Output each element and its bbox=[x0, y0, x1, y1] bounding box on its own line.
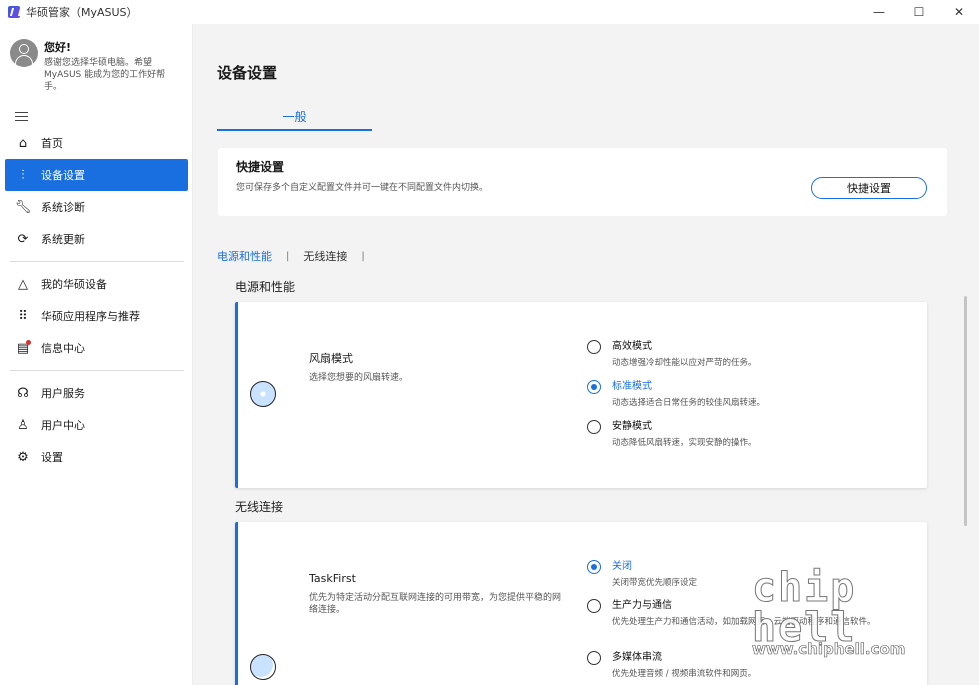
subtab-wireless[interactable]: 无线连接 bbox=[303, 248, 347, 264]
sidebar-item-diagnostics[interactable]: 🔧︎ 系统诊断 bbox=[5, 191, 188, 223]
greeting-subtext: 感谢您选择华硕电脑。希望 MyASUS 能成为您的工作好帮手。 bbox=[44, 58, 166, 92]
option-desc: 动态降低风扇转速，实现安静的操作。 bbox=[612, 438, 757, 448]
radio-button[interactable] bbox=[587, 651, 601, 665]
fan-option-performance[interactable]: 高效模式 动态增强冷却性能以应对严苛的任务。 bbox=[587, 340, 917, 380]
headset-icon: ☊ bbox=[17, 385, 29, 401]
sidebar-item-user-center[interactable]: ♙ 用户中心 bbox=[5, 409, 188, 441]
section-power-label: 电源和性能 bbox=[235, 280, 296, 294]
sidebar-item-settings[interactable]: ⚙ 设置 bbox=[5, 441, 188, 473]
watermark-url: www.chiphell.com bbox=[752, 640, 906, 659]
radio-button-checked[interactable] bbox=[587, 380, 601, 394]
fan-mode-desc: 选择您想要的风扇转速。 bbox=[309, 373, 409, 383]
radio-button[interactable] bbox=[587, 599, 601, 613]
sidebar-item-support[interactable]: ☊ 用户服务 bbox=[5, 377, 188, 409]
vertical-scrollbar[interactable] bbox=[964, 296, 967, 526]
gear-icon: ⚙ bbox=[17, 449, 29, 465]
window-title: 华硕管家（MyASUS） bbox=[26, 6, 138, 19]
option-label: 安静模式 bbox=[612, 421, 652, 432]
section-wireless-label: 无线连接 bbox=[235, 500, 284, 514]
watermark-logo: chip hell bbox=[752, 565, 857, 651]
sidebar-item-label: 系统更新 bbox=[41, 233, 85, 246]
sidebar-item-label: 系统诊断 bbox=[41, 201, 85, 214]
page-title: 设备设置 bbox=[217, 64, 278, 82]
sidebar-item-apps[interactable]: ⠿ 华硕应用程序与推荐 bbox=[5, 300, 188, 332]
sidebar-item-label: 信息中心 bbox=[41, 342, 85, 355]
apps-grid-icon: ⠿ bbox=[18, 308, 28, 324]
minimize-button[interactable]: — bbox=[859, 0, 899, 24]
subtab-bar: 电源和性能 | 无线连接 | bbox=[217, 248, 379, 264]
sidebar-item-device-settings[interactable]: ⫶ 设备设置 bbox=[5, 159, 188, 191]
tab-general[interactable]: 一般 bbox=[217, 108, 372, 131]
subtab-power[interactable]: 电源和性能 bbox=[217, 248, 272, 264]
message-icon: ▤ bbox=[16, 340, 31, 356]
fan-option-standard[interactable]: 标准模式 动态选择适合日常任务的较佳风扇转速。 bbox=[587, 380, 917, 420]
sidebar-item-label: 华硕应用程序与推荐 bbox=[41, 310, 140, 323]
avatar-icon[interactable] bbox=[10, 39, 38, 67]
radio-button[interactable] bbox=[587, 420, 601, 434]
sidebar-item-system-update[interactable]: ⟳ 系统更新 bbox=[5, 223, 188, 255]
maximize-button[interactable]: ☐ bbox=[899, 0, 939, 24]
watermark: chip hell www.chiphell.com bbox=[752, 568, 974, 680]
sidebar-item-label: 我的华硕设备 bbox=[41, 278, 107, 291]
devices-icon: △ bbox=[18, 276, 28, 292]
hamburger-menu-icon[interactable] bbox=[15, 109, 29, 123]
radio-button-checked[interactable] bbox=[587, 560, 601, 574]
option-label: 高效模式 bbox=[612, 341, 652, 352]
subtab-separator: | bbox=[361, 250, 365, 262]
nav-divider bbox=[10, 370, 184, 371]
option-desc: 动态选择适合日常任务的较佳风扇转速。 bbox=[612, 398, 766, 408]
sidebar-item-label: 设备设置 bbox=[41, 169, 85, 182]
nav-group-main: ⌂ 首页 ⫶ 设备设置 🔧︎ 系统诊断 ⟳ 系统更新 △ 我的华硕设备 ⠿ 华硕… bbox=[5, 127, 188, 473]
fan-mode-options: 高效模式 动态增强冷却性能以应对严苛的任务。 标准模式 动态选择适合日常任务的较… bbox=[587, 340, 917, 460]
subtab-separator: | bbox=[286, 250, 290, 262]
sidebar-item-label: 首页 bbox=[41, 137, 63, 150]
window-controls: — ☐ ✕ bbox=[859, 0, 979, 24]
fan-mode-card: 风扇模式 选择您想要的风扇转速。 高效模式 动态增强冷却性能以应对严苛的任务。 … bbox=[235, 302, 927, 488]
fan-icon bbox=[250, 381, 276, 407]
quick-settings-title: 快捷设置 bbox=[236, 160, 285, 174]
sidebar-item-news[interactable]: ▤ 信息中心 bbox=[5, 332, 188, 364]
quick-settings-card: 快捷设置 您可保存多个自定义配置文件并可一键在不同配置文件内切换。 快捷设置 bbox=[218, 148, 947, 216]
fan-option-quiet[interactable]: 安静模式 动态降低风扇转速，实现安静的操作。 bbox=[587, 420, 917, 460]
sidebar-item-label: 用户中心 bbox=[41, 419, 85, 432]
close-button[interactable]: ✕ bbox=[939, 0, 979, 24]
sliders-icon: ⫶ bbox=[21, 167, 25, 183]
option-label: 标准模式 bbox=[612, 381, 652, 392]
taskfirst-title: TaskFirst bbox=[309, 572, 356, 585]
sidebar: 您好! 感谢您选择华硕电脑。希望 MyASUS 能成为您的工作好帮手。 ⌂ 首页… bbox=[0, 24, 193, 685]
sidebar-item-label: 设置 bbox=[41, 451, 63, 464]
sidebar-item-label: 用户服务 bbox=[41, 387, 85, 400]
option-desc: 动态增强冷却性能以应对严苛的任务。 bbox=[612, 358, 757, 368]
fan-mode-title: 风扇模式 bbox=[309, 352, 353, 365]
taskfirst-icon bbox=[250, 654, 276, 680]
radio-button[interactable] bbox=[587, 340, 601, 354]
quick-settings-button[interactable]: 快捷设置 bbox=[811, 177, 927, 199]
greeting-text: 您好! bbox=[44, 41, 72, 54]
taskfirst-desc: 优先为特定活动分配互联网连接的可用带宽，为您提供平稳的网络连接。 bbox=[309, 593, 562, 615]
myasus-logo-icon bbox=[8, 6, 20, 18]
wrench-icon: 🔧︎ bbox=[14, 199, 32, 215]
user-icon: ♙ bbox=[17, 417, 29, 433]
profile-area[interactable]: 您好! 感谢您选择华硕电脑。希望 MyASUS 能成为您的工作好帮手。 bbox=[0, 24, 192, 93]
sidebar-item-home[interactable]: ⌂ 首页 bbox=[5, 127, 188, 159]
quick-settings-desc: 您可保存多个自定义配置文件并可一键在不同配置文件内切换。 bbox=[236, 183, 489, 193]
update-icon: ⟳ bbox=[17, 231, 29, 247]
nav-divider bbox=[10, 261, 184, 262]
sidebar-item-my-devices[interactable]: △ 我的华硕设备 bbox=[5, 268, 188, 300]
home-icon: ⌂ bbox=[18, 135, 28, 151]
title-bar: 华硕管家（MyASUS） — ☐ ✕ bbox=[0, 0, 979, 24]
